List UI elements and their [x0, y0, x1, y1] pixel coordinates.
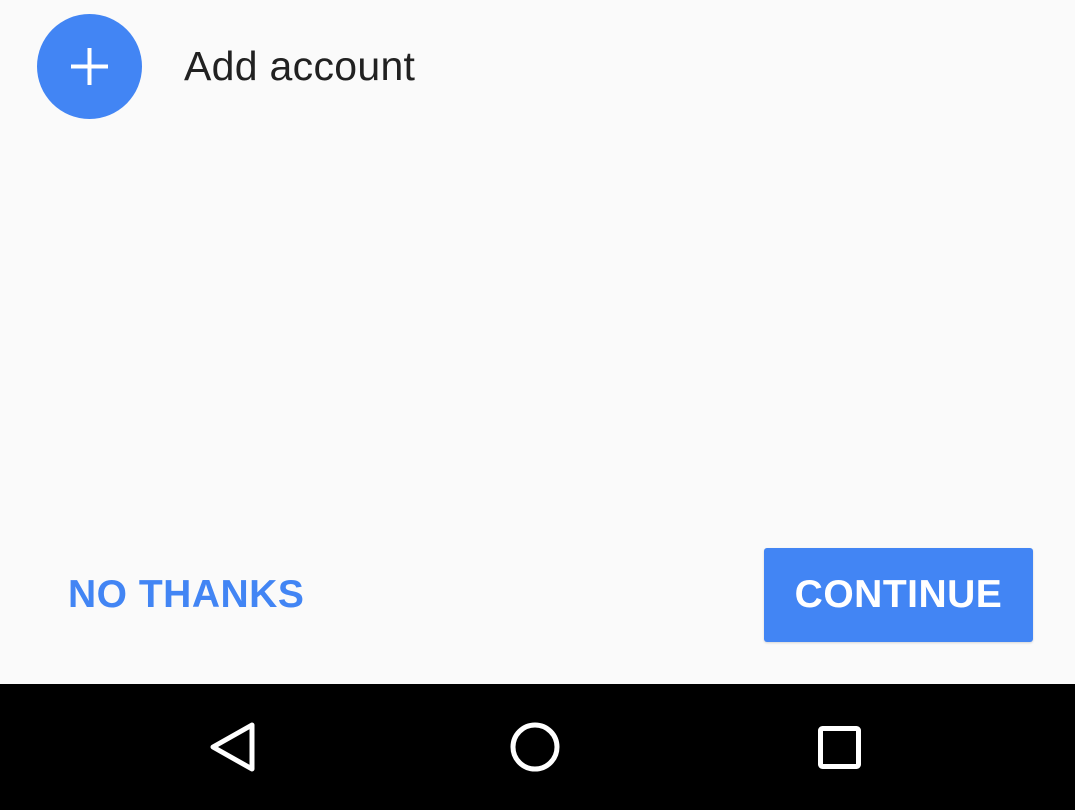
recents-square-icon [818, 726, 861, 769]
home-button[interactable] [475, 684, 595, 810]
back-button[interactable] [173, 684, 293, 810]
back-triangle-icon [210, 722, 255, 772]
screen: Add account NO THANKS CONTINUE [0, 0, 1075, 810]
add-account-avatar [37, 14, 142, 119]
add-account-label: Add account [184, 43, 416, 89]
content-area: Add account NO THANKS CONTINUE [0, 0, 1075, 684]
plus-icon [71, 48, 108, 85]
add-account-row[interactable]: Add account [0, 0, 1075, 134]
home-circle-icon [510, 722, 560, 772]
no-thanks-button[interactable]: NO THANKS [56, 548, 316, 642]
continue-button[interactable]: CONTINUE [764, 548, 1033, 642]
recents-button[interactable] [779, 684, 899, 810]
navigation-bar [0, 684, 1075, 810]
